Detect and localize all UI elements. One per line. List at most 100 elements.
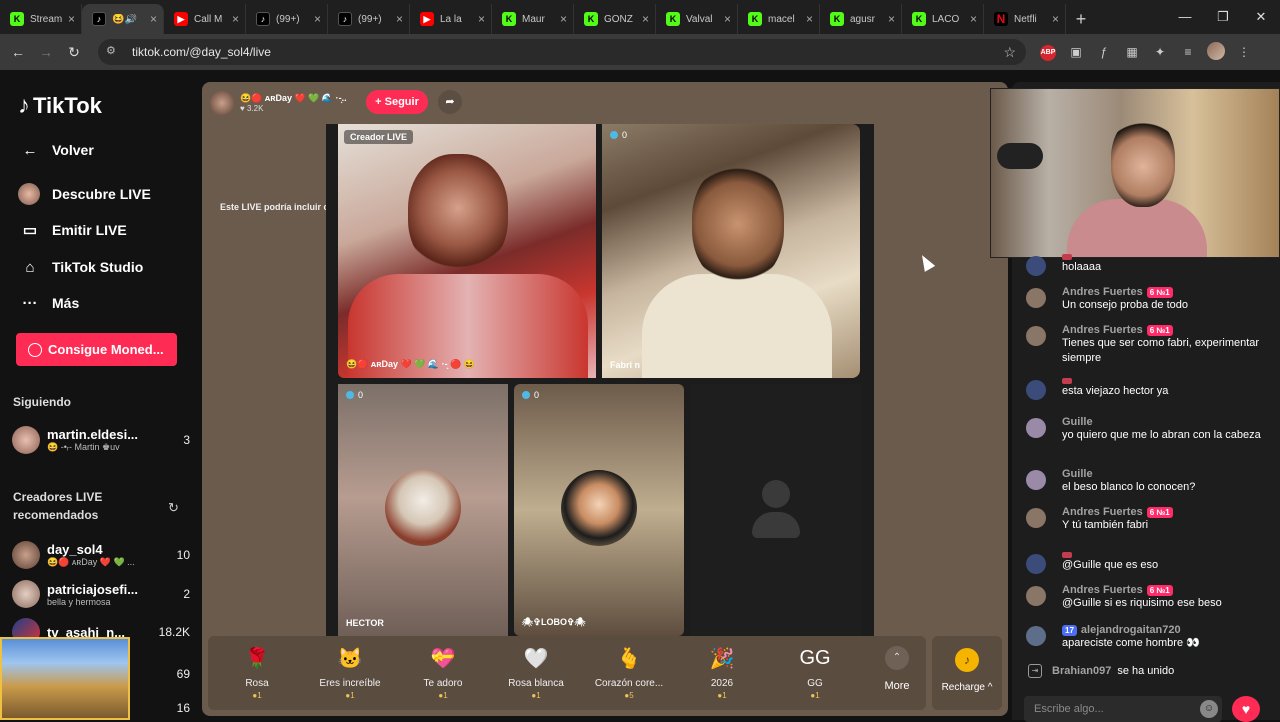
browser-tab[interactable]: ♪ 😆🔊 × xyxy=(82,4,164,34)
url-field[interactable]: ⚙ tiktok.com/@day_sol4/live ☆ xyxy=(98,39,1026,65)
browser-tab[interactable]: ♪ (99+) × xyxy=(246,4,328,34)
browser-tab[interactable]: K Valval × xyxy=(656,4,738,34)
get-coins-button[interactable]: Consigue Moned... xyxy=(16,333,177,366)
gift-price: ●5 xyxy=(624,691,634,700)
browser-tab[interactable]: K LACO × xyxy=(902,4,984,34)
tab-close-icon[interactable]: × xyxy=(888,12,895,26)
browser-tab[interactable]: ▶ La la × xyxy=(410,4,492,34)
tab-close-icon[interactable]: × xyxy=(560,12,567,26)
menu-kebab-icon[interactable]: ⋮ xyxy=(1230,45,1258,59)
close-window-button[interactable]: ✕ xyxy=(1242,0,1280,34)
reload-icon[interactable]: ↻ xyxy=(60,44,88,61)
more-gifts-button[interactable]: ⌃ More xyxy=(872,646,922,692)
browser-tab[interactable]: K Stream × xyxy=(0,4,82,34)
gift-item[interactable]: 💝 Te adoro ●1 xyxy=(398,644,488,701)
restore-button[interactable]: ❐ xyxy=(1204,0,1242,34)
gift-item[interactable]: 🎉 2026 ●1 xyxy=(677,644,767,701)
avatar[interactable] xyxy=(1026,256,1046,276)
nav-back[interactable]: ← Volver xyxy=(18,138,94,162)
media-control-icon[interactable]: ≡ xyxy=(1174,45,1202,59)
browser-tab[interactable]: ♪ (99+) × xyxy=(328,4,410,34)
refresh-icon[interactable]: ↻ xyxy=(168,500,179,516)
gift-item[interactable]: 🫰 Corazón core... ●5 xyxy=(584,644,674,701)
tab-close-icon[interactable]: × xyxy=(478,12,485,26)
chat-message: Guille yo quiero que me lo abran con la c… xyxy=(1016,416,1266,443)
tab-close-icon[interactable]: × xyxy=(970,12,977,26)
tab-favicon-icon: K xyxy=(830,12,844,26)
chat-username[interactable]: Andres Fuertes xyxy=(1062,286,1143,298)
emoji-icon[interactable]: ☺ xyxy=(1200,700,1218,718)
tab-title: (99+) xyxy=(276,13,300,25)
recommended-account[interactable]: day_sol4 😆🔴 ᴀʀDay ❤️ 💚 ... 10 xyxy=(12,537,190,573)
nav-discover-live[interactable]: Descubre LIVE xyxy=(18,182,151,206)
extension-icon[interactable]: ▦ xyxy=(1118,45,1146,59)
bookmark-star-icon[interactable]: ☆ xyxy=(1003,44,1016,61)
extension-icon[interactable]: ▣ xyxy=(1062,45,1090,59)
back-icon[interactable]: ← xyxy=(4,44,32,60)
browser-tab[interactable]: Kagusr × xyxy=(820,4,902,34)
avatar[interactable] xyxy=(1026,326,1046,346)
tab-close-icon[interactable]: × xyxy=(724,12,731,26)
tiktok-logo[interactable]: ♪ TikTok xyxy=(18,92,102,120)
browser-tab[interactable]: ▶ Call M × xyxy=(164,4,246,34)
guest-video-lobo[interactable]: 0 🕷✞LOBO✞🕷 xyxy=(514,384,684,636)
window-controls: — ❐ ✕ xyxy=(1166,0,1280,34)
avatar[interactable] xyxy=(1026,418,1046,438)
gift-item[interactable]: 🐱 Eres increíble ●1 xyxy=(305,644,395,701)
tab-close-icon[interactable]: × xyxy=(68,12,75,26)
gift-item[interactable]: 🤍 Rosa blanca ●1 xyxy=(491,644,581,701)
tab-close-icon[interactable]: × xyxy=(232,12,239,26)
avatar[interactable] xyxy=(1026,554,1046,574)
chat-username[interactable]: alejandrogaitan720 xyxy=(1081,624,1181,636)
avatar[interactable] xyxy=(1026,508,1046,528)
avatar[interactable] xyxy=(1026,288,1046,308)
nav-go-live[interactable]: ▭ Emitir LIVE xyxy=(18,218,127,242)
extension-icon[interactable]: ƒ xyxy=(1090,45,1118,59)
new-tab-button[interactable]: + xyxy=(1066,4,1096,34)
avatar[interactable] xyxy=(1026,626,1046,646)
tab-close-icon[interactable]: × xyxy=(806,12,813,26)
microphone-icon xyxy=(997,143,1043,169)
browser-tab[interactable]: N Netfli × xyxy=(984,4,1066,34)
minimize-button[interactable]: — xyxy=(1166,0,1204,34)
profile-avatar[interactable] xyxy=(1202,41,1230,63)
host-info[interactable]: 😆🔴 ᴀʀDay ❤️ 💚 🌊 ·-͙.. ♥ 3.2K xyxy=(210,88,347,118)
browser-tab[interactable]: K GONZ × xyxy=(574,4,656,34)
tab-close-icon[interactable]: × xyxy=(642,12,649,26)
guest-video-hector[interactable]: 0 HECTOR xyxy=(338,384,508,636)
recharge-button[interactable]: ♪ Recharge ^ xyxy=(932,636,1002,710)
heart-like-button[interactable]: ♥ xyxy=(1232,696,1260,722)
adblock-icon[interactable]: ABP xyxy=(1034,43,1062,61)
browser-tab[interactable]: K Maur × xyxy=(492,4,574,34)
tab-close-icon[interactable]: × xyxy=(150,12,157,26)
chat-username[interactable]: Guille xyxy=(1062,468,1093,480)
browser-tab[interactable]: Kmacel × xyxy=(738,4,820,34)
chat-username[interactable]: Guille xyxy=(1062,416,1093,428)
gift-item[interactable]: GG GG ●1 xyxy=(770,644,860,701)
guest-video-fabri[interactable]: 0 Fabri n xyxy=(602,124,860,378)
creator-video[interactable]: Creador LIVE 😆🔴 ᴀʀDay ❤️ 💚 🌊 ·-͙ 🔴 😆 xyxy=(338,124,596,378)
creator-live-tag: Creador LIVE xyxy=(344,130,414,144)
recommended-account[interactable]: patriciajosefi... bella y hermosa 2 xyxy=(12,576,190,612)
puzzle-icon[interactable]: ✦ xyxy=(1146,45,1174,59)
fan-badge: 6 №1 xyxy=(1146,324,1173,336)
chat-username[interactable]: Andres Fuertes xyxy=(1062,506,1143,518)
avatar[interactable] xyxy=(1026,380,1046,400)
nav-more[interactable]: ··· Más xyxy=(18,291,80,315)
avatar[interactable] xyxy=(1026,470,1046,490)
following-account[interactable]: martin.eldesi... 😆 -•ᵣ- Martin ♚uv 3 xyxy=(12,422,190,458)
empty-guest-slot[interactable] xyxy=(690,384,862,636)
tab-close-icon[interactable]: × xyxy=(314,12,321,26)
gift-item[interactable]: 🌹 Rosa ●1 xyxy=(212,644,302,701)
tab-close-icon[interactable]: × xyxy=(1052,12,1059,26)
chat-username[interactable]: Andres Fuertes xyxy=(1062,584,1143,596)
nav-tiktok-studio[interactable]: ⌂ TikTok Studio xyxy=(18,255,143,279)
chat-username[interactable]: Andres Fuertes xyxy=(1062,324,1143,336)
avatar[interactable] xyxy=(1026,586,1046,606)
tab-close-icon[interactable]: × xyxy=(396,12,403,26)
share-icon[interactable]: ➦ xyxy=(438,90,462,114)
chat-input[interactable]: Escribe algo... xyxy=(1024,696,1222,722)
site-info-icon[interactable]: ⚙ xyxy=(106,44,122,60)
forward-icon[interactable]: → xyxy=(32,44,60,60)
follow-button[interactable]: + Seguir xyxy=(366,90,428,114)
